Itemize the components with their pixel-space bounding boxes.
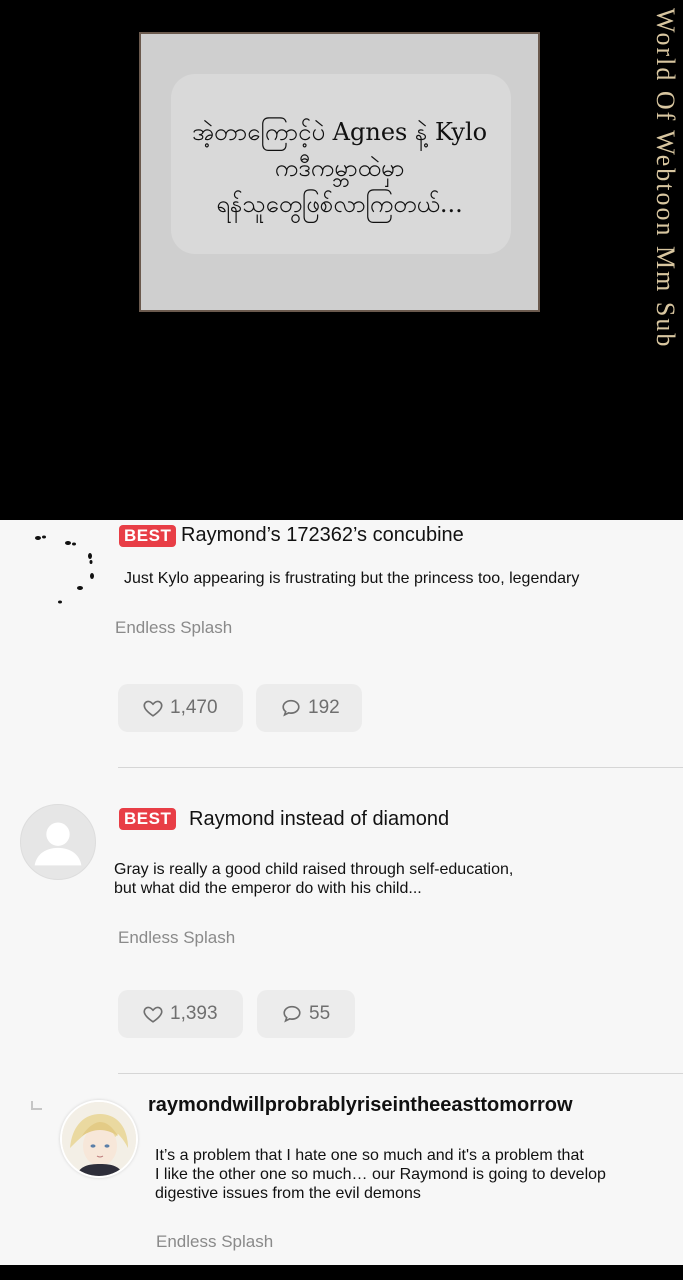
avatar-anime[interactable] xyxy=(60,1100,138,1178)
best-badge: BEST xyxy=(119,525,177,547)
best-badge: BEST xyxy=(119,808,177,830)
reply-arrow-icon xyxy=(31,1101,42,1110)
caption-box: အဲ့တာကြောင့်ပဲ Agnes နဲ့ Kylo ကဒီကမ္ဘာထဲ… xyxy=(139,32,540,312)
comment-source: Endless Splash xyxy=(118,928,236,947)
comment-text: Just Kylo appearing is frustrating but t… xyxy=(124,570,580,587)
speech-bubble-icon xyxy=(282,699,300,717)
caption-text: အဲ့တာကြောင့်ပဲ Agnes နဲ့ Kylo ကဒီကမ္ဘာထဲ… xyxy=(191,118,488,218)
comment-source: Endless Splash xyxy=(115,618,233,637)
watermark-text: World Of Webtoon Mm Sub xyxy=(651,8,680,349)
webtoon-panel: အဲ့တာကြောင့်ပဲ Agnes နဲ့ Kylo ကဒီကမ္ဘာထဲ… xyxy=(0,0,683,520)
heart-icon xyxy=(143,1006,163,1023)
heart-icon xyxy=(143,700,163,717)
like-button[interactable]: 1,393 xyxy=(118,990,243,1038)
comment-username[interactable]: Raymond instead of diamond xyxy=(189,808,449,831)
avatar-ants[interactable] xyxy=(20,526,106,612)
reply-button[interactable]: 55 xyxy=(257,990,355,1038)
speech-bubble-icon xyxy=(283,1005,301,1023)
like-count: 1,393 xyxy=(170,1003,218,1024)
bottom-bar xyxy=(0,1265,683,1280)
comments-section: BEST Raymond’s 172362’s concubine Just K… xyxy=(0,520,683,1265)
reply-count: 192 xyxy=(308,697,340,718)
divider xyxy=(118,767,683,768)
comment-username[interactable]: Raymond’s 172362’s concubine xyxy=(181,524,464,547)
reply-count: 55 xyxy=(309,1003,331,1024)
anime-avatar-image xyxy=(62,1102,136,1176)
comment-username[interactable]: raymondwillprobrablyriseintheeasttomorro… xyxy=(148,1094,573,1117)
like-count: 1,470 xyxy=(170,697,218,718)
reply-button[interactable]: 192 xyxy=(256,684,362,732)
divider xyxy=(118,1073,683,1074)
comment-text: Gray is really a good child raised throu… xyxy=(114,861,514,897)
like-button[interactable]: 1,470 xyxy=(118,684,243,732)
ants-avatar-image xyxy=(35,535,94,604)
default-user-icon xyxy=(34,822,82,866)
avatar-default[interactable] xyxy=(20,804,96,880)
comment-text: It’s a problem that I hate one so much a… xyxy=(155,1147,606,1202)
comment-source: Endless Splash xyxy=(156,1232,274,1251)
